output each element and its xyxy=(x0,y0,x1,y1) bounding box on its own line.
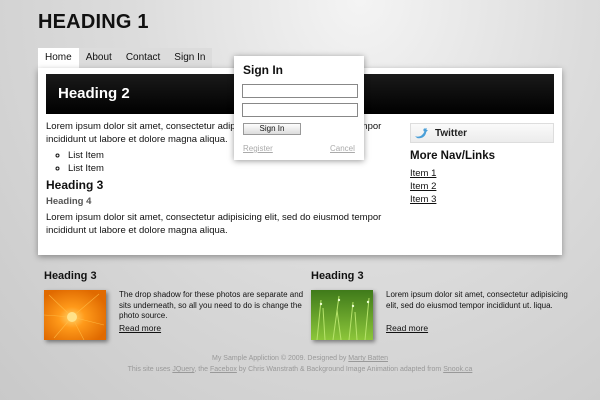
twitter-bird-icon xyxy=(415,127,428,138)
list-item: List Item xyxy=(68,162,396,175)
username-field[interactable] xyxy=(242,84,358,98)
twitter-label: Twitter xyxy=(435,127,468,139)
password-field[interactable] xyxy=(242,103,358,117)
snook-link[interactable]: Snook.ca xyxy=(443,366,472,373)
footer-text: by Chris Wanstrath & Background Image An… xyxy=(236,366,444,373)
sidebar-link-item-3[interactable]: Item 3 xyxy=(410,193,554,206)
tab-about[interactable]: About xyxy=(78,48,119,68)
facebox-link[interactable]: Facebox xyxy=(210,366,237,373)
feature-heading: Heading 3 xyxy=(311,270,364,282)
feature-text: Lorem ipsum dolor sit amet, consectetur … xyxy=(386,290,568,310)
cancel-link[interactable]: Cancel xyxy=(330,144,355,153)
tab-contact[interactable]: Contact xyxy=(118,48,168,68)
sidebar: Twitter More Nav/Links Item 1 Item 2 Ite… xyxy=(410,123,554,206)
read-more-link[interactable]: Read more xyxy=(119,323,161,333)
sign-in-popup: Sign In Sign In Register Cancel xyxy=(234,56,364,160)
feature-heading: Heading 3 xyxy=(44,270,97,282)
banner-heading: Heading 2 xyxy=(58,85,130,102)
footer-text: This site uses xyxy=(127,366,173,373)
footer-line-1: My Sample Appliction © 2009. Designed by… xyxy=(0,355,600,362)
sign-in-title: Sign In xyxy=(243,63,283,77)
register-link[interactable]: Register xyxy=(243,144,273,153)
footer-line-2: This site uses JQuery, the Facebox by Ch… xyxy=(0,366,600,373)
orange-flower-photo xyxy=(44,290,106,340)
sidebar-link-item-1[interactable]: Item 1 xyxy=(410,167,554,180)
section-heading: Heading 3 xyxy=(46,178,104,192)
tab-sign-in[interactable]: Sign In xyxy=(167,48,213,68)
feature-text: The drop shadow for these photos are sep… xyxy=(119,290,304,320)
twitter-link[interactable]: Twitter xyxy=(410,123,554,143)
feature-block-2: Heading 3 Lorem ipsum dolor sit amet, co… xyxy=(311,270,573,340)
page-title: HEADING 1 xyxy=(38,11,149,33)
main-nav: Home About Contact Sign In xyxy=(38,48,213,68)
jquery-link[interactable]: JQuery xyxy=(172,366,194,373)
green-grass-photo xyxy=(311,290,373,340)
more-nav-heading: More Nav/Links xyxy=(410,150,495,162)
footer-copyright: My Sample Appliction © 2009. Designed by xyxy=(212,355,349,362)
tab-home[interactable]: Home xyxy=(38,48,79,68)
read-more-link[interactable]: Read more xyxy=(386,323,428,333)
body-paragraph: Lorem ipsum dolor sit amet, consectetur … xyxy=(46,212,382,236)
sign-in-button[interactable]: Sign In xyxy=(243,123,301,135)
designer-link[interactable]: Marty Batten xyxy=(348,355,388,362)
sidebar-link-item-2[interactable]: Item 2 xyxy=(410,180,554,193)
footer-text: , the xyxy=(194,366,210,373)
feature-block-1: Heading 3 The drop shadow for these phot… xyxy=(44,270,306,340)
sub-heading: Heading 4 xyxy=(46,195,92,207)
